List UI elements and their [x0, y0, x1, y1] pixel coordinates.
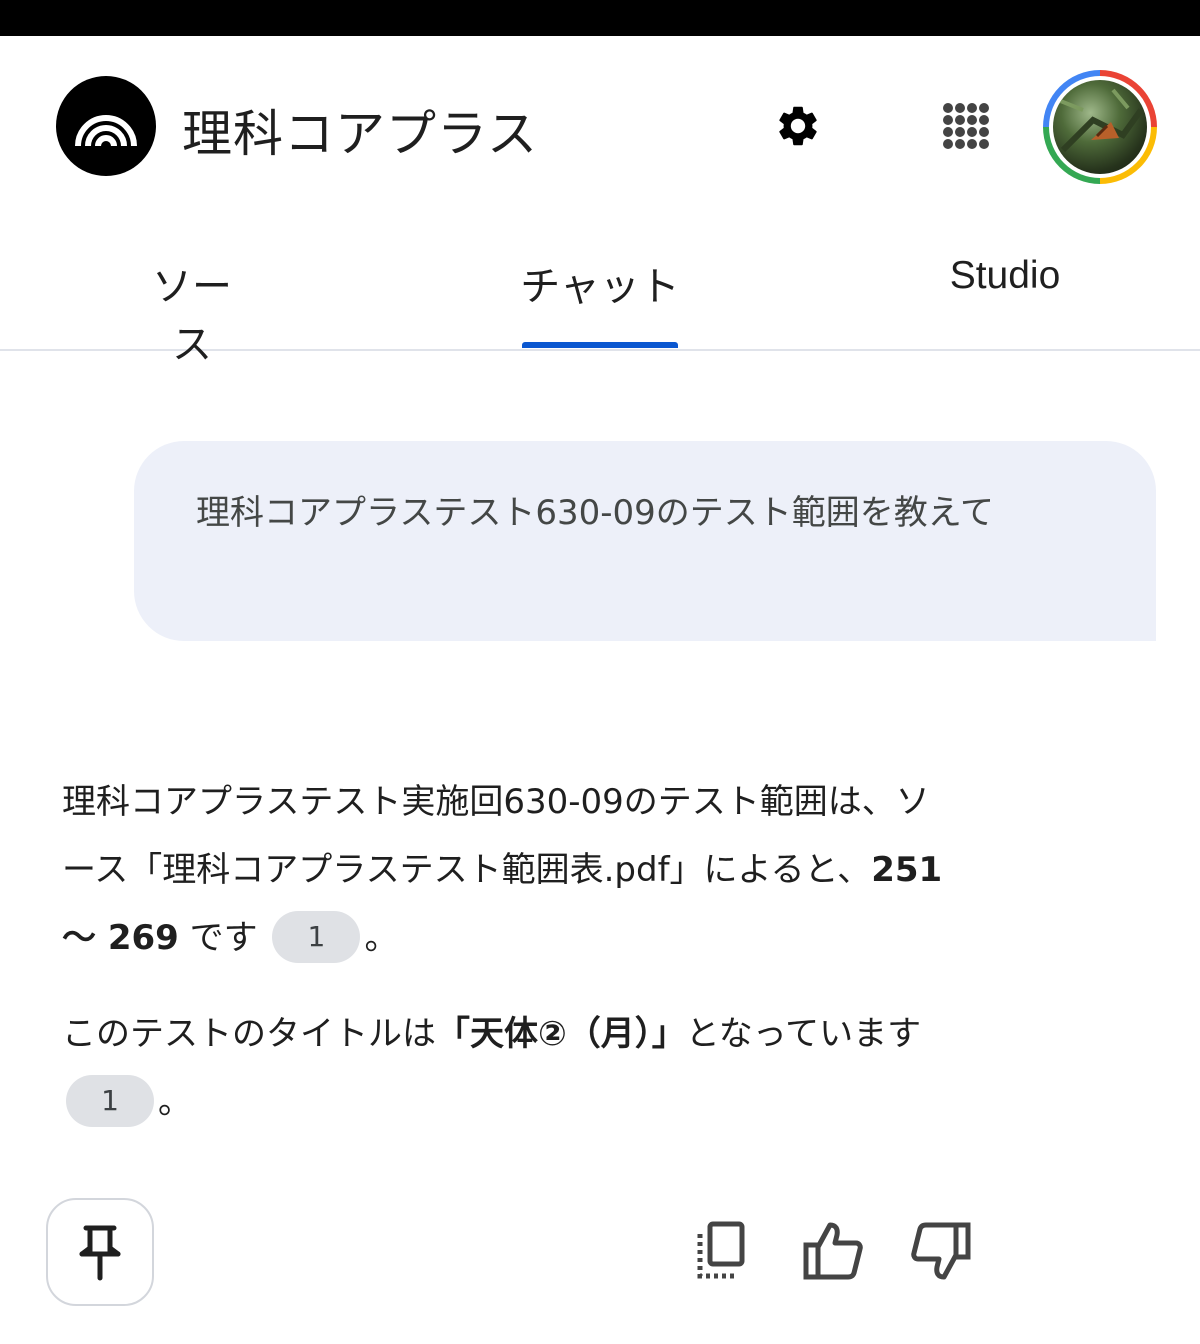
avatar-border: [1049, 76, 1151, 178]
answer-text: 理科コアプラステスト実施回630-09のテスト範囲は、ソース「理科コアプラステス…: [62, 782, 930, 890]
thumbs-down-button[interactable]: [908, 1218, 974, 1284]
thumbs-up-button[interactable]: [800, 1218, 866, 1284]
app-header: 理科コアプラス: [0, 36, 1200, 216]
copy-icon: [697, 1221, 745, 1279]
citation-chip[interactable]: 1: [66, 1074, 154, 1127]
user-message-bubble: 理科コアプラステスト630-09のテスト範囲を教えて: [134, 441, 1156, 641]
apps-grid-icon: [943, 103, 989, 149]
answer-paragraph-1: 理科コアプラステスト実施回630-09のテスト範囲は、ソース「理科コアプラステス…: [62, 768, 962, 972]
pin-button[interactable]: [46, 1198, 154, 1306]
app-title: 理科コアプラス: [182, 105, 538, 163]
answer-actions: [0, 1196, 1200, 1308]
tab-bar: ソース チャット Studio: [0, 216, 1200, 368]
active-tab-indicator: [522, 342, 678, 348]
apps-button[interactable]: [936, 96, 996, 156]
answer-text: 。: [364, 918, 399, 958]
gear-icon: [779, 106, 817, 146]
account-avatar-button[interactable]: [1043, 70, 1157, 184]
status-bar: [0, 0, 1200, 36]
tab-sources[interactable]: ソース: [134, 254, 250, 370]
user-message-text: 理科コアプラステスト630-09のテスト範囲を教えて: [196, 493, 995, 533]
tab-studio[interactable]: Studio: [940, 254, 1070, 298]
avatar: [1053, 80, 1147, 174]
thumbs-down-icon: [911, 1222, 971, 1280]
thumbs-up-icon: [803, 1222, 863, 1280]
copy-button[interactable]: [688, 1218, 754, 1284]
settings-button[interactable]: [768, 96, 828, 156]
answer-text: 。: [158, 1082, 192, 1122]
answer-bold-title: 「天体②（月）」: [436, 1014, 686, 1054]
answer-text: となっています: [685, 1014, 922, 1054]
tab-chat[interactable]: チャット: [520, 254, 680, 312]
logo-icon[interactable]: [56, 76, 156, 176]
answer-text: です: [178, 918, 258, 958]
answer-text: このテストのタイトルは: [62, 1014, 436, 1054]
assistant-answer: 理科コアプラステスト実施回630-09のテスト範囲は、ソース「理科コアプラステス…: [62, 768, 962, 1136]
answer-paragraph-2: このテストのタイトルは「天体②（月）」となっています 1。: [62, 1000, 962, 1136]
citation-chip[interactable]: 1: [272, 910, 361, 963]
pin-icon: [79, 1225, 121, 1281]
